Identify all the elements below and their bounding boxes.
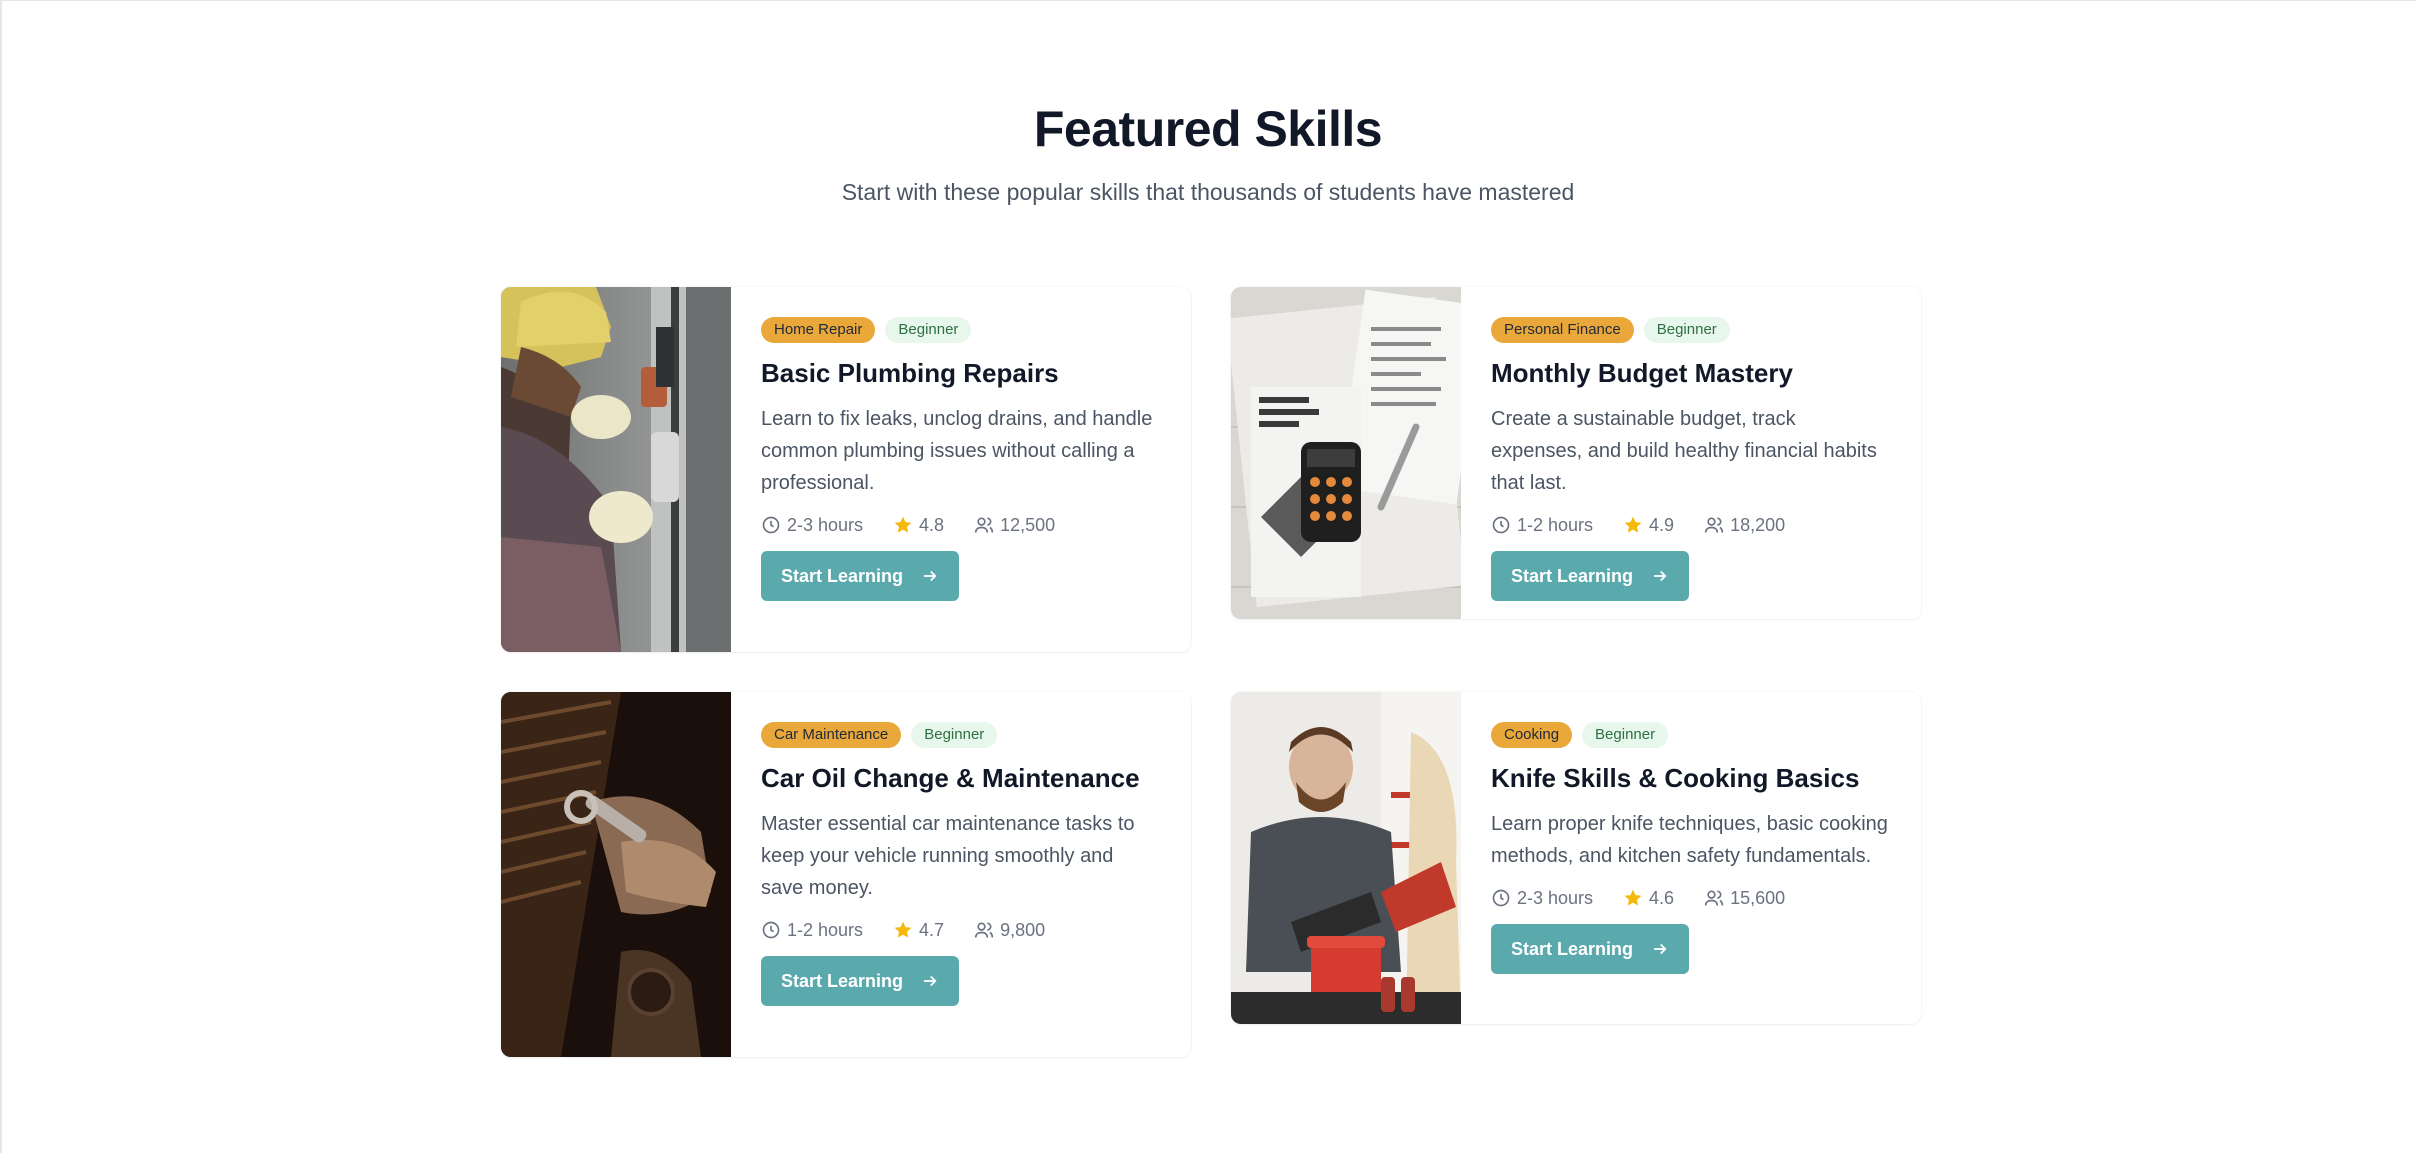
card-description: Learn to fix leaks, unclog drains, and h… bbox=[761, 408, 1153, 494]
button-label: Start Learning bbox=[781, 565, 904, 586]
duration-value: 2-3 hours bbox=[787, 515, 864, 535]
start-learning-button[interactable]: Start Learning bbox=[761, 551, 960, 601]
arrow-right-icon bbox=[924, 975, 937, 987]
category-badge: Cooking bbox=[1491, 722, 1573, 748]
skill-card-plumbing[interactable]: Home Repair Beginner Basic Plumbing Repa… bbox=[501, 287, 1191, 652]
card-stats: 2-3 hours 4.8 12,500 bbox=[761, 513, 1161, 537]
duration-stat: 2-3 hours bbox=[1491, 886, 1593, 910]
rating-value: 4.8 bbox=[919, 515, 945, 535]
card-stats: 1-2 hours 4.7 9,800 bbox=[761, 918, 1161, 942]
category-badge: Home Repair bbox=[761, 317, 876, 343]
card-stats: 2-3 hours 4.6 15,600 bbox=[1491, 886, 1891, 910]
car-photo bbox=[501, 692, 731, 1057]
start-learning-button[interactable]: Start Learning bbox=[1491, 551, 1690, 601]
card-stats: 1-2 hours 4.9 18,200 bbox=[1491, 513, 1891, 537]
clock-icon bbox=[1492, 889, 1510, 907]
duration-stat: 1-2 hours bbox=[1491, 513, 1593, 537]
users-icon bbox=[1704, 517, 1724, 533]
level-badge: Beginner bbox=[1643, 317, 1730, 343]
level-badge: Beginner bbox=[911, 722, 998, 748]
students-stat: 12,500 bbox=[974, 513, 1055, 537]
star-icon bbox=[1624, 889, 1642, 906]
skill-card-car[interactable]: Car Maintenance Beginner Car Oil Change … bbox=[501, 692, 1191, 1057]
button-label: Start Learning bbox=[781, 970, 904, 991]
clock-icon bbox=[762, 921, 780, 939]
category-badge: Car Maintenance bbox=[761, 722, 902, 748]
students-value: 12,500 bbox=[1000, 515, 1056, 535]
arrow-right-icon bbox=[924, 570, 937, 582]
start-learning-button[interactable]: Start Learning bbox=[761, 956, 960, 1006]
skill-card-budget[interactable]: Personal Finance Beginner Monthly Budget… bbox=[1231, 287, 1921, 619]
rating-value: 4.6 bbox=[1649, 888, 1675, 908]
card-description: Create a sustainable budget, track expen… bbox=[1491, 408, 1877, 494]
card-title[interactable]: Basic Plumbing Repairs bbox=[761, 355, 1161, 391]
page-title: Featured Skills bbox=[1033, 101, 1383, 157]
card-body: Personal Finance Beginner Monthly Budget… bbox=[1461, 287, 1921, 619]
clock-icon bbox=[1492, 516, 1510, 534]
duration-stat: 2-3 hours bbox=[761, 513, 863, 537]
duration-stat: 1-2 hours bbox=[761, 918, 863, 942]
students-value: 9,800 bbox=[1000, 920, 1046, 940]
start-learning-button[interactable]: Start Learning bbox=[1491, 924, 1690, 974]
users-icon bbox=[974, 922, 994, 938]
students-stat: 9,800 bbox=[974, 918, 1045, 942]
card-description: Master essential car maintenance tasks t… bbox=[761, 813, 1135, 899]
rating-stat: 4.7 bbox=[893, 918, 944, 942]
skill-card-cooking[interactable]: Cooking Beginner Knife Skills & Cooking … bbox=[1231, 692, 1921, 1024]
button-label: Start Learning bbox=[1511, 938, 1634, 959]
rating-value: 4.9 bbox=[1649, 515, 1675, 535]
category-badge: Personal Finance bbox=[1491, 317, 1634, 343]
card-body: Cooking Beginner Knife Skills & Cooking … bbox=[1461, 692, 1921, 1024]
cooking-photo bbox=[1231, 692, 1461, 1024]
plumbing-photo bbox=[501, 287, 731, 652]
duration-value: 2-3 hours bbox=[1517, 888, 1594, 908]
frame-top-border bbox=[0, 0, 2416, 1]
arrow-right-icon bbox=[1654, 943, 1667, 955]
duration-value: 1-2 hours bbox=[1517, 515, 1594, 535]
star-icon bbox=[1624, 516, 1642, 533]
card-title[interactable]: Knife Skills & Cooking Basics bbox=[1491, 760, 1891, 796]
duration-value: 1-2 hours bbox=[787, 920, 864, 940]
users-icon bbox=[1704, 890, 1724, 906]
students-stat: 15,600 bbox=[1704, 886, 1785, 910]
level-badge: Beginner bbox=[885, 317, 972, 343]
star-icon bbox=[894, 921, 912, 938]
card-title[interactable]: Car Oil Change & Maintenance bbox=[761, 760, 1161, 796]
card-title[interactable]: Monthly Budget Mastery bbox=[1491, 355, 1891, 391]
section-header: Featured Skills Start with these popular… bbox=[0, 96, 2416, 208]
rating-stat: 4.6 bbox=[1623, 886, 1674, 910]
rating-stat: 4.8 bbox=[893, 513, 944, 537]
budget-photo bbox=[1231, 287, 1461, 619]
rating-value: 4.7 bbox=[919, 920, 945, 940]
clock-icon bbox=[762, 516, 780, 534]
students-value: 18,200 bbox=[1730, 515, 1786, 535]
users-icon bbox=[974, 517, 994, 533]
card-description: Learn proper knife techniques, basic coo… bbox=[1491, 813, 1888, 867]
page-subtitle: Start with these popular skills that tho… bbox=[841, 179, 1575, 205]
arrow-right-icon bbox=[1654, 570, 1667, 582]
level-badge: Beginner bbox=[1582, 722, 1669, 748]
rating-stat: 4.9 bbox=[1623, 513, 1674, 537]
card-body: Home Repair Beginner Basic Plumbing Repa… bbox=[731, 287, 1191, 652]
students-stat: 18,200 bbox=[1704, 513, 1785, 537]
students-value: 15,600 bbox=[1730, 888, 1786, 908]
button-label: Start Learning bbox=[1511, 565, 1634, 586]
star-icon bbox=[894, 516, 912, 533]
card-body: Car Maintenance Beginner Car Oil Change … bbox=[731, 692, 1191, 1057]
